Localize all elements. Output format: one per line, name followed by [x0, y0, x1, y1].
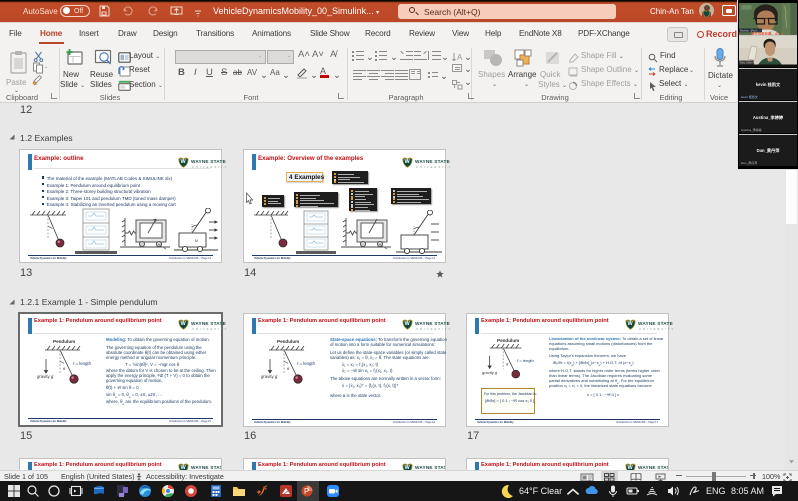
svg-text:P: P [304, 487, 309, 496]
svg-text:M: M [195, 239, 198, 243]
svg-text:θ: θ [506, 361, 509, 366]
svg-text:A: A [457, 53, 463, 62]
svg-text:θ: θ [287, 366, 290, 371]
svg-text:θ: θ [63, 366, 66, 371]
svg-text:Tan, Chin-An: Tan, Chin-An [740, 61, 757, 65]
